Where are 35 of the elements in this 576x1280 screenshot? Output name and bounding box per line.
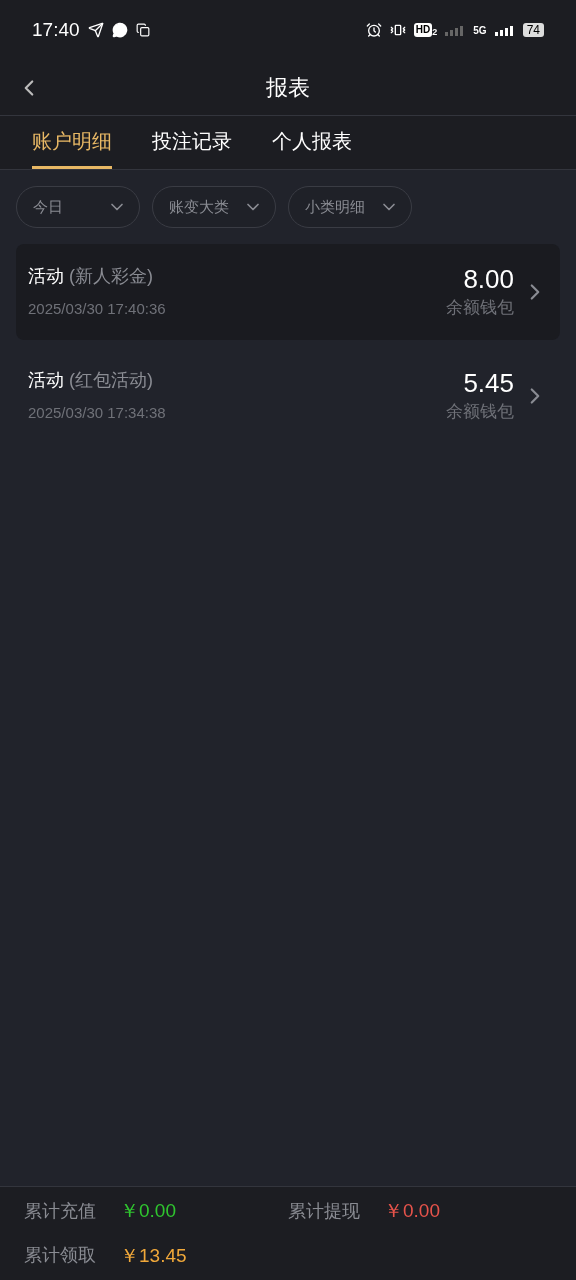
alarm-icon (365, 22, 382, 38)
hd-indicator: HD (413, 23, 433, 37)
signal-icon (494, 24, 515, 36)
tab[interactable]: 投注记录 (152, 116, 232, 169)
record-row[interactable]: 活动 (新人彩金) 2025/03/30 17:40:36 8.00 余额钱包 (16, 244, 560, 340)
summary-label: 累计充值 (24, 1199, 96, 1223)
record-title: 活动 (红包活动) (28, 369, 154, 393)
page-title: 报表 (266, 74, 310, 102)
chat-icon (111, 22, 128, 38)
record-row[interactable]: 活动 (红包活动) 2025/03/30 17:34:38 5.45 余额钱包 (16, 348, 560, 444)
status-time: 17:40 (32, 17, 80, 42)
record-time: 2025/03/30 17:34:38 (28, 403, 166, 424)
summary-value: ￥0.00 (120, 1199, 176, 1223)
filter-dropdown[interactable]: 账变大类 (152, 186, 276, 228)
hd-index: 2 (432, 28, 438, 37)
summary-label: 累计领取 (24, 1244, 96, 1268)
record-title: 活动 (新人彩金) (28, 265, 154, 289)
summary-value: ￥13.45 (120, 1243, 187, 1268)
copy-icon (135, 23, 150, 37)
tab[interactable]: 个人报表 (272, 116, 352, 169)
signal-icon (445, 24, 466, 36)
vibrate-icon (389, 22, 406, 38)
record-amount: 8.00 (463, 263, 514, 296)
network-label: 5G (473, 23, 487, 38)
battery-indicator: 74 (522, 23, 544, 37)
wallet-label: 余额钱包 (446, 297, 514, 320)
filter-dropdown[interactable]: 今日 (16, 186, 140, 228)
record-amount: 5.45 (463, 367, 514, 400)
send-icon (87, 22, 104, 38)
filter-dropdown[interactable]: 小类明细 (288, 186, 412, 228)
record-time: 2025/03/30 17:40:36 (28, 299, 166, 320)
summary-label: 累计提现 (288, 1199, 360, 1223)
wallet-label: 余额钱包 (446, 401, 514, 424)
summary-value: ￥0.00 (384, 1199, 440, 1223)
tab[interactable]: 账户明细 (32, 116, 112, 169)
